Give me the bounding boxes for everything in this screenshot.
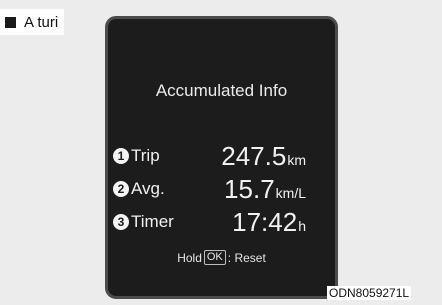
timer-label: Timer (131, 212, 174, 231)
timer-value: 17:42h (232, 207, 306, 238)
trip-number: 247.5 (221, 141, 287, 171)
figure-caption: A turi (0, 9, 65, 35)
caption-text: A turi (24, 13, 59, 31)
ok-button-icon: OK (203, 250, 226, 265)
average-value: 15.7km/L (224, 174, 306, 205)
timer-unit: h (298, 218, 306, 234)
timer-number: 17:42 (232, 207, 298, 237)
timer-row: 3 Timer 17:42h (108, 206, 335, 238)
trip-unit: km (287, 152, 306, 168)
hint-prefix: Hold (177, 250, 202, 265)
trip-row: 1 Trip 247.5km (108, 140, 335, 172)
cluster-display: Accumulated Info 1 Trip 247.5km 2 Avg. 1… (105, 16, 338, 299)
hint-suffix: : Reset (227, 250, 266, 265)
callout-3-icon: 3 (113, 214, 129, 230)
average-number: 15.7 (224, 174, 275, 204)
reset-hint: Hold OK : Reset (108, 250, 335, 265)
callout-2-icon: 2 (113, 181, 129, 197)
black-square-icon (5, 16, 16, 28)
trip-value: 247.5km (221, 141, 306, 172)
trip-label: Trip (131, 146, 160, 165)
average-label: Avg. (131, 179, 165, 198)
display-title: Accumulated Info (155, 81, 288, 100)
average-unit: km/L (275, 185, 306, 201)
figure-code: ODN8059271L (327, 286, 412, 300)
callout-1-icon: 1 (113, 148, 129, 164)
average-row: 2 Avg. 15.7km/L (108, 173, 335, 205)
